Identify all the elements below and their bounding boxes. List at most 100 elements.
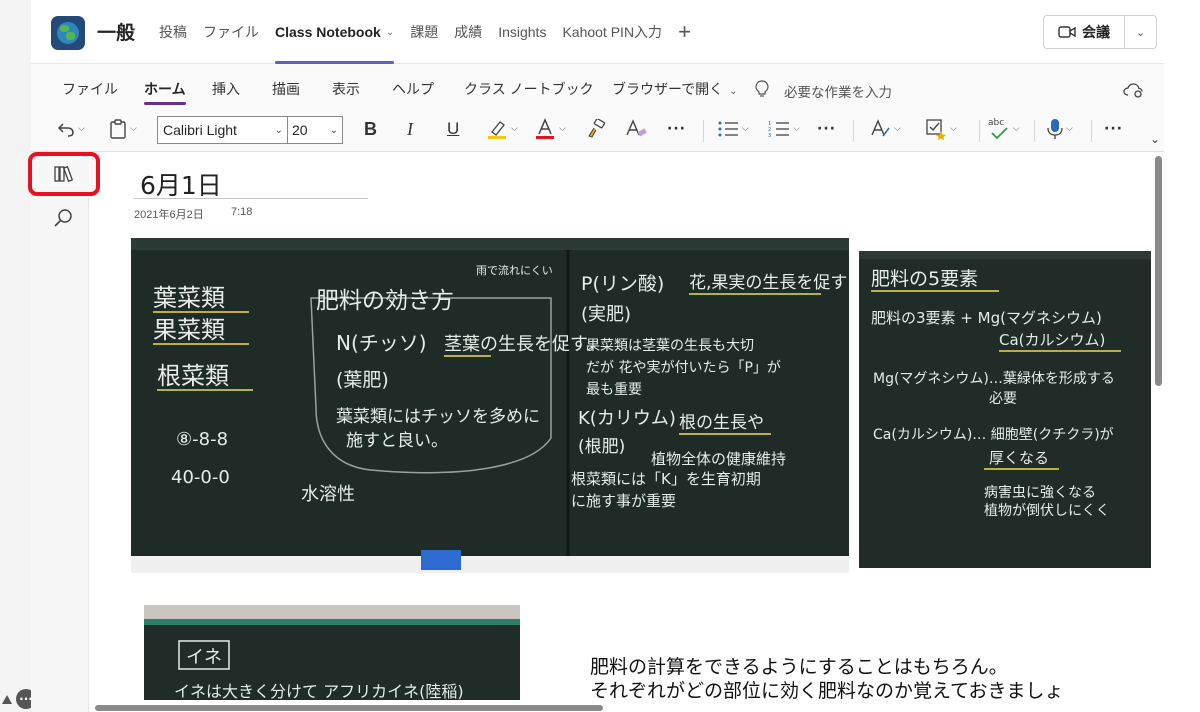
team-logo-icon — [51, 16, 85, 50]
tab-kahoot[interactable]: Kahoot PIN入力 — [554, 0, 670, 64]
chevron-down-icon[interactable]: ⌄ — [1150, 132, 1160, 146]
font-name-select[interactable]: Calibri Light ⌄ — [157, 116, 288, 144]
ribbon-tab-view[interactable]: 表示 — [332, 79, 360, 99]
chevron-down-icon: ⌵ — [1066, 124, 1073, 134]
meeting-button[interactable]: 会議 — [1044, 16, 1125, 48]
user-icon[interactable] — [2, 694, 12, 704]
highlighter-icon — [488, 121, 506, 139]
font-color-button[interactable]: ⌵ — [534, 116, 566, 142]
ribbon-tab-help[interactable]: ヘルプ — [392, 79, 434, 99]
tab-insights[interactable]: Insights — [490, 0, 554, 64]
underline-button[interactable]: U — [447, 116, 459, 142]
styles-button[interactable]: ⌵ — [869, 116, 901, 142]
notebooks-button[interactable] — [28, 152, 100, 196]
styles-icon — [871, 119, 890, 137]
board-text: 根菜類には「K」を生育初期 — [571, 470, 761, 488]
chevron-down-icon: ⌵ — [894, 124, 901, 134]
more-format-button[interactable]: ··· — [667, 116, 686, 142]
board-text: イネは大きく分けて アフリカイネ(陸稲) — [174, 682, 464, 700]
dictate-button[interactable]: ⌵ — [1047, 116, 1073, 142]
page-title[interactable]: 6月1日 — [140, 166, 222, 202]
vertical-scrollbar[interactable] — [1155, 156, 1162, 386]
board-text: 肥料の3要素 + Mg(マグネシウム) — [871, 309, 1102, 327]
lightbulb-icon — [755, 80, 769, 97]
open-in-browser-button[interactable]: ブラウザーで開く ⌄ — [612, 79, 738, 99]
board-text: に施す事が重要 — [571, 492, 676, 510]
chevron-down-icon: ⌄ — [274, 125, 283, 136]
board-text: 必要 — [989, 391, 1017, 407]
chevron-down-icon: ⌵ — [559, 124, 566, 134]
microphone-icon — [1047, 119, 1063, 139]
ribbon-tab-home[interactable]: ホーム — [144, 79, 186, 105]
blackboard-photo-2[interactable]: 肥料の5要素 肥料の3要素 + Mg(マグネシウム) Ca(カルシウム) Mg(… — [859, 251, 1151, 568]
add-tab-button[interactable]: + — [670, 0, 699, 64]
blackboard-photo-1[interactable]: 葉菜類 果菜類 根菜類 肥料の効き方 雨で流れにくい N(チッソ) 茎葉の生長を… — [131, 238, 849, 573]
sync-cloud-icon[interactable] — [1123, 82, 1145, 98]
undo-button[interactable]: ⌵ — [57, 116, 85, 142]
board-text: P(リン酸) — [581, 273, 664, 295]
notebook-nav-strip — [31, 152, 89, 712]
chevron-down-icon: ⌵ — [1013, 124, 1020, 134]
spelling-button[interactable]: abc ⌵ — [988, 116, 1020, 142]
board-text: 肥料の効き方 — [316, 288, 454, 314]
ribbon-tab-file[interactable]: ファイル — [62, 79, 118, 99]
board-text: 最も重要 — [586, 382, 642, 398]
body-line: 肥料の計算をできるようにすることはもちろん。 — [590, 656, 1008, 678]
chevron-down-icon: ⌵ — [950, 124, 957, 134]
board-text: 根の生長や — [679, 413, 764, 433]
svg-text:3: 3 — [768, 133, 771, 138]
tell-me-search[interactable]: 必要な作業を入力 — [784, 81, 892, 101]
more-paragraph-button[interactable]: ··· — [817, 116, 836, 142]
tab-posts[interactable]: 投稿 — [151, 0, 195, 64]
board-text: 病害虫に強くなる — [984, 485, 1096, 501]
board-text: Mg(マグネシウム)…葉緑体を形成する — [873, 371, 1115, 387]
bold-button[interactable]: B — [364, 116, 377, 142]
board-text: K(カリウム) — [578, 408, 676, 429]
body-line: それぞれがどの部位に効く肥料なのか覚えておきましょ — [590, 680, 1064, 702]
font-size-select[interactable]: 20 ⌄ — [287, 116, 343, 144]
clear-format-button[interactable] — [625, 116, 647, 142]
ribbon-tab-insert[interactable]: 挿入 — [212, 79, 240, 99]
numbered-list-icon: 123 — [768, 121, 789, 138]
board-text: イネ — [186, 647, 222, 668]
divider — [1034, 120, 1035, 142]
tab-class-notebook[interactable]: Class Notebook ⌄ — [267, 0, 402, 64]
board-text: N(チッソ) — [336, 331, 427, 355]
format-painter-button[interactable] — [586, 116, 606, 142]
search-icon[interactable] — [52, 207, 74, 229]
blackboard-photo-3[interactable]: イネ イネは大きく分けて アフリカイネ(陸稲) — [144, 605, 520, 700]
board-text: (根肥) — [578, 437, 625, 457]
chevron-down-icon: ⌵ — [130, 124, 137, 134]
tags-button[interactable]: ⌵ — [925, 116, 957, 142]
chevron-down-icon: ⌄ — [329, 125, 338, 136]
ribbon-tab-draw[interactable]: 描画 — [272, 79, 300, 99]
board-text: 葉菜類 — [153, 284, 225, 312]
numbering-button[interactable]: 123 ⌵ — [768, 116, 800, 142]
italic-button[interactable]: I — [407, 116, 413, 142]
paste-button[interactable]: ⌵ — [109, 116, 137, 142]
clipboard-icon — [110, 119, 126, 139]
video-camera-icon — [1058, 26, 1076, 38]
tab-grades[interactable]: 成績 — [446, 0, 490, 64]
app-right-gutter — [1164, 0, 1200, 712]
meeting-options-chevron-icon[interactable]: ⌄ — [1125, 16, 1156, 48]
highlight-button[interactable]: ⌵ — [486, 116, 518, 142]
ribbon-tab-class-notebook[interactable]: クラス ノートブック — [464, 79, 594, 99]
page-body-text[interactable]: 肥料の計算をできるようにすることはもちろん。 それぞれがどの部位に効く肥料なのか… — [590, 655, 1063, 703]
horizontal-scrollbar[interactable] — [95, 705, 603, 711]
tab-assignments[interactable]: 課題 — [402, 0, 446, 64]
board-text: (実肥) — [581, 304, 631, 325]
board-text: 果菜類は茎葉の生長も大切 — [586, 338, 754, 354]
board-text: Ca(カルシウム) — [999, 331, 1105, 349]
chevron-down-icon: ⌄ — [729, 86, 738, 97]
board-text: 植物が倒伏しにくく — [984, 503, 1110, 519]
divider — [1091, 120, 1092, 142]
more-commands-button[interactable]: ··· — [1104, 116, 1123, 142]
divider — [703, 120, 704, 142]
bullets-button[interactable]: ⌵ — [717, 116, 749, 142]
spell-check-icon: abc — [988, 118, 1010, 140]
ribbon: ファイル ホーム 挿入 描画 表示 ヘルプ クラス ノートブック ブラウザーで開… — [31, 64, 1164, 152]
clear-formatting-icon — [626, 119, 647, 137]
board-text: 植物全体の健康維持 — [651, 450, 786, 468]
tab-files[interactable]: ファイル — [195, 0, 267, 64]
